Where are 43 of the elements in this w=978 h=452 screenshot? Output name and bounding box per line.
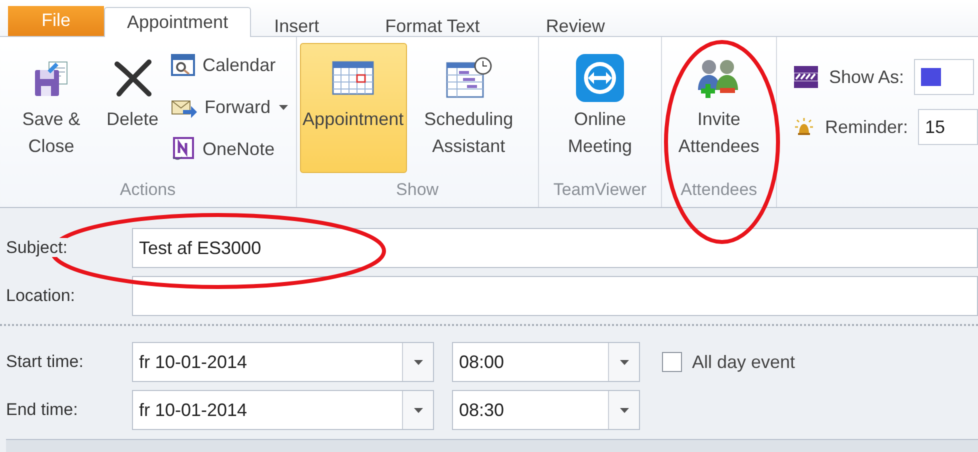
ribbon-button[interactable]: Delete: [104, 43, 162, 173]
ribbon-button[interactable]: Calendar: [166, 45, 293, 85]
schedule-clock-icon: [444, 57, 493, 99]
date-dropdown[interactable]: fr 10-01-2014: [132, 342, 434, 382]
color-swatch-icon: [921, 68, 941, 86]
ribbon-button[interactable]: Save & Close: [3, 43, 100, 173]
checkbox-label: All day event: [692, 352, 796, 372]
ribbon-tab[interactable]: Insert: [251, 11, 342, 36]
time-label: Start time:: [6, 352, 84, 372]
bell-icon: [792, 116, 815, 138]
option-dropdown[interactable]: [914, 59, 974, 95]
option-label: Show As:: [828, 66, 904, 88]
striped-box-icon: [792, 65, 819, 89]
caret-icon: [414, 360, 422, 364]
subject-field[interactable]: Test af ES3000: [132, 228, 978, 268]
caret-icon: [620, 408, 628, 412]
subject-label: Subject:: [6, 238, 68, 257]
caret-icon: [414, 408, 422, 412]
time-dropdown[interactable]: 08:00: [452, 342, 640, 382]
group-label: TeamViewer: [552, 179, 648, 201]
option-label: Reminder:: [824, 116, 908, 138]
ribbon-button[interactable]: Scheduling Assistant: [410, 43, 527, 173]
calendar-icon: [170, 54, 195, 76]
ribbon-button[interactable]: Forward: [166, 87, 293, 127]
time-dropdown[interactable]: 08:30: [452, 390, 640, 430]
notebook-icon: [170, 137, 195, 161]
option-dropdown[interactable]: 15: [918, 109, 978, 145]
ribbon-tab[interactable]: Format Text: [362, 11, 503, 36]
ribbon-button[interactable]: OneNote: [166, 129, 293, 169]
time-label: End time:: [6, 400, 79, 420]
location-field[interactable]: [132, 276, 978, 316]
checkbox[interactable]: [662, 352, 682, 372]
ribbon-tab[interactable]: Appointment: [104, 7, 252, 37]
ribbon-button[interactable]: Invite Attendees: [664, 43, 773, 173]
group-label: Attendees: [680, 179, 758, 201]
date-dropdown[interactable]: fr 10-01-2014: [132, 390, 434, 430]
circle-arrows-icon: [574, 53, 625, 103]
caret-icon: [620, 360, 628, 364]
ribbon-button[interactable]: Appointment: [300, 43, 407, 173]
group-label: Show: [395, 179, 440, 201]
ribbon-button[interactable]: Online Meeting: [542, 43, 658, 173]
group-label: Actions: [118, 179, 177, 201]
ribbon-tab[interactable]: Review: [522, 11, 628, 36]
